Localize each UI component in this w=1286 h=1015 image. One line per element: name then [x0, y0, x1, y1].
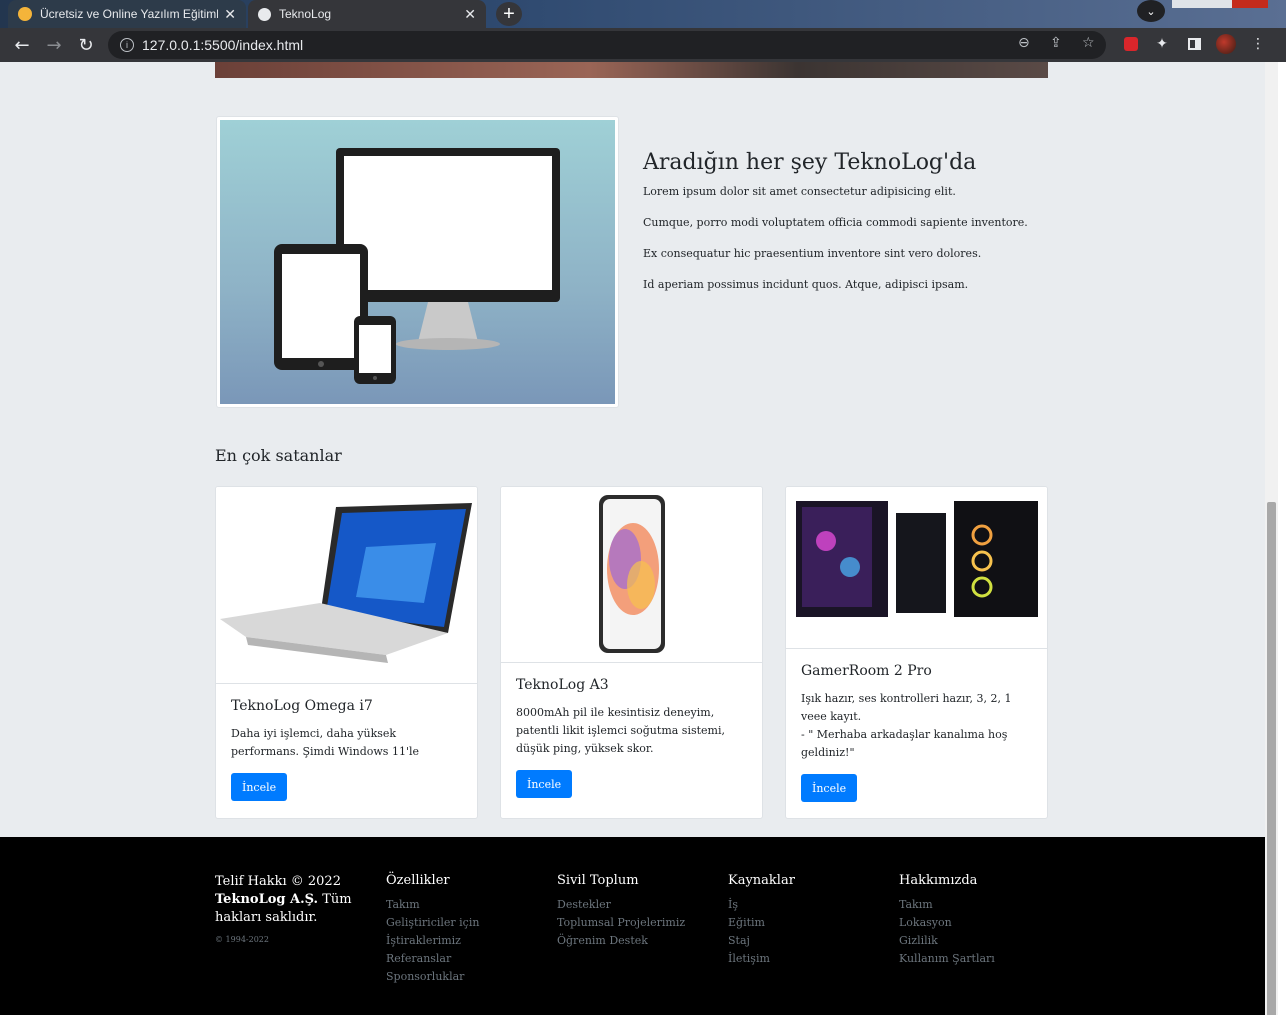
footer-link[interactable]: İletişim: [728, 950, 795, 968]
footer-copyright: Telif Hakkı © 2022 TeknoLog A.Ş. Tüm hak…: [215, 873, 355, 944]
feature-text: Aradığın her şey TeknoLog'da Lorem ipsum…: [643, 150, 1053, 309]
footer: Telif Hakkı © 2022 TeknoLog A.Ş. Tüm hak…: [0, 837, 1265, 1015]
share-icon[interactable]: ⇪: [1050, 35, 1062, 51]
devices-illustration: [274, 148, 560, 384]
scrollbar-thumb[interactable]: [1267, 502, 1276, 1015]
feature-line: Ex consequatur hic praesentium inventore…: [643, 247, 982, 260]
globe-icon: [258, 7, 271, 21]
inspect-button[interactable]: İncele: [801, 774, 858, 802]
forward-arrow-icon[interactable]: →: [42, 33, 66, 57]
close-tab-icon[interactable]: ✕: [464, 6, 476, 23]
site-favicon-icon: [18, 7, 32, 21]
phone-image: [501, 487, 762, 663]
tab-title: TeknoLog: [279, 7, 332, 21]
product-name: GamerRoom 2 Pro: [801, 663, 932, 679]
footer-link[interactable]: Referanslar: [386, 950, 479, 968]
footer-column-title: Sivil Toplum: [557, 873, 639, 888]
close-tab-icon[interactable]: ✕: [224, 6, 236, 23]
company-name: TeknoLog A.Ş.: [215, 892, 319, 907]
close-window-button[interactable]: [1232, 0, 1268, 8]
footer-column-features: Özellikler Takım Geliştiriciler için İşt…: [386, 873, 479, 986]
feature-line: Lorem ipsum dolor sit amet consectetur a…: [643, 185, 956, 198]
product-card: GamerRoom 2 Pro Işık hazır, ses kontroll…: [785, 486, 1048, 819]
carousel-image-bottom: [215, 62, 1048, 78]
footer-link[interactable]: Staj: [728, 932, 795, 950]
footer-link[interactable]: Kullanım Şartları: [899, 950, 995, 968]
product-description-line: - " Merhaba arkadaşlar kanalıma hoş geld…: [801, 728, 1008, 759]
tab-active[interactable]: TeknoLog ✕: [248, 0, 486, 28]
copyright-years: © 1994-2022: [215, 935, 269, 944]
address-bar[interactable]: i 127.0.0.1:5500/index.html: [108, 31, 1106, 59]
copyright-text: Telif Hakkı © 2022 TeknoLog A.Ş. Tüm hak…: [215, 873, 355, 927]
tab-strip: Ücretsiz ve Online Yazılım Eğitiml ✕ Tek…: [0, 0, 1286, 28]
product-card: TeknoLog Omega i7 Daha iyi işlemci, daha…: [215, 486, 478, 819]
footer-column-resources: Kaynaklar İş Eğitim Staj İletişim: [728, 873, 795, 968]
devices-image: [216, 116, 619, 408]
adblock-extension-icon[interactable]: [1120, 33, 1142, 55]
footer-link[interactable]: Takım: [899, 896, 995, 914]
page-scrollbar[interactable]: [1265, 62, 1278, 1015]
footer-column-title: Hakkımızda: [899, 873, 978, 888]
product-card: TeknoLog A3 8000mAh pil ile kesintisiz d…: [500, 486, 763, 819]
footer-link[interactable]: İş: [728, 896, 795, 914]
footer-link[interactable]: Toplumsal Projelerimiz: [557, 914, 685, 932]
footer-link[interactable]: İştiraklerimiz: [386, 932, 479, 950]
avatar[interactable]: [1215, 33, 1237, 55]
zoom-icon[interactable]: ⊖: [1018, 35, 1030, 51]
product-description-line: Işık hazır, ses kontrolleri hazır, 3, 2,…: [801, 692, 1012, 723]
window-edge: [1278, 62, 1286, 1015]
extensions-puzzle-icon[interactable]: ✦: [1151, 33, 1173, 55]
menu-kebab-icon[interactable]: ⋮: [1247, 33, 1269, 55]
footer-column-civil: Sivil Toplum Destekler Toplumsal Projele…: [557, 873, 685, 950]
product-description: Işık hazır, ses kontrolleri hazır, 3, 2,…: [801, 690, 1036, 762]
footer-column-title: Kaynaklar: [728, 873, 795, 888]
feature-line: Id aperiam possimus incidunt quos. Atque…: [643, 278, 969, 291]
side-panel-icon[interactable]: [1183, 33, 1205, 55]
feature-title: Aradığın her şey TeknoLog'da: [643, 150, 977, 175]
footer-link[interactable]: Destekler: [557, 896, 685, 914]
bookmark-star-icon[interactable]: ☆: [1082, 35, 1095, 51]
reload-icon[interactable]: ↻: [74, 33, 98, 57]
product-description: Daha iyi işlemci, daha yüksek performans…: [231, 727, 419, 758]
copyright-line: Telif Hakkı © 2022: [215, 874, 341, 889]
inspect-button[interactable]: İncele: [516, 770, 573, 798]
browser-toolbar: ← → ↻ i 127.0.0.1:5500/index.html ⊖ ⇪ ☆ …: [0, 28, 1286, 62]
gaming-pc-image: [786, 487, 1047, 649]
new-tab-button[interactable]: +: [496, 2, 522, 26]
tab-search-chevron-icon[interactable]: ⌄: [1137, 0, 1165, 22]
back-arrow-icon[interactable]: ←: [10, 33, 34, 57]
footer-link[interactable]: Öğrenim Destek: [557, 932, 685, 950]
footer-link[interactable]: Takım: [386, 896, 479, 914]
laptop-image: [216, 487, 477, 684]
footer-link[interactable]: Lokasyon: [899, 914, 995, 932]
footer-link[interactable]: Sponsorluklar: [386, 968, 479, 986]
product-name: TeknoLog A3: [516, 677, 609, 693]
bestsellers-title: En çok satanlar: [215, 446, 342, 465]
product-name: TeknoLog Omega i7: [231, 698, 373, 714]
tab-inactive[interactable]: Ücretsiz ve Online Yazılım Eğitiml ✕: [8, 0, 246, 28]
tab-title: Ücretsiz ve Online Yazılım Eğitiml: [40, 7, 219, 21]
site-info-icon[interactable]: i: [120, 38, 134, 52]
footer-link[interactable]: Gizlilik: [899, 932, 995, 950]
url-text: 127.0.0.1:5500/index.html: [142, 37, 304, 53]
feature-line: Cumque, porro modi voluptatem officia co…: [643, 216, 1028, 229]
inspect-button[interactable]: İncele: [231, 773, 288, 801]
product-description: 8000mAh pil ile kesintisiz deneyim, pate…: [516, 706, 725, 755]
footer-column-about: Hakkımızda Takım Lokasyon Gizlilik Kulla…: [899, 873, 995, 968]
footer-link[interactable]: Eğitim: [728, 914, 795, 932]
footer-link[interactable]: Geliştiriciler için: [386, 914, 479, 932]
footer-column-title: Özellikler: [386, 873, 450, 888]
